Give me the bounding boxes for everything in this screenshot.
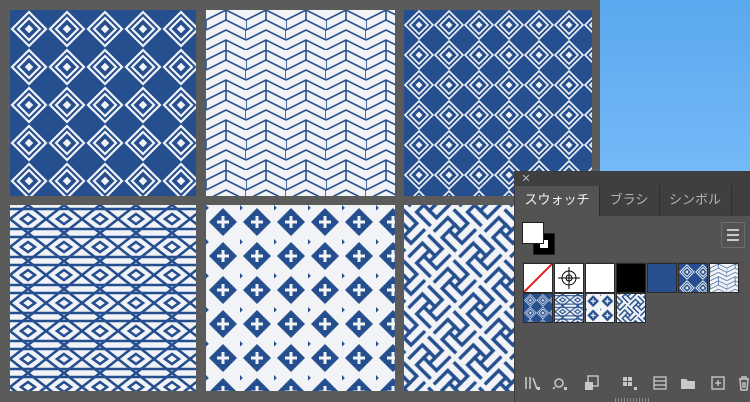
swatch-pattern-zigzag[interactable] <box>709 263 739 293</box>
swatch-registration[interactable] <box>554 263 584 293</box>
swatch-pattern-nested-diamond[interactable] <box>523 293 553 323</box>
tab-symbols[interactable]: シンボル <box>659 186 732 216</box>
delete-icon[interactable] <box>735 374 750 392</box>
color-group-icon[interactable] <box>621 374 639 392</box>
show-swatch-kinds-icon[interactable] <box>551 374 569 392</box>
fill-stroke-indicator[interactable] <box>522 222 562 258</box>
swatches-panel: ✕ スウォッチ ブラシ シンボル <box>514 171 750 402</box>
panel-tabs: スウォッチ ブラシ シンボル <box>515 186 750 216</box>
tab-brushes[interactable]: ブラシ <box>599 186 660 216</box>
sayagata-pattern[interactable] <box>404 205 516 391</box>
swatch-white[interactable] <box>585 263 615 293</box>
swatch-pattern-interlock[interactable] <box>554 293 584 323</box>
tab-swatches[interactable]: スウォッチ <box>515 186 600 216</box>
panel-title-bar[interactable]: ✕ <box>515 172 750 186</box>
cross-diamond-pattern[interactable] <box>206 205 395 391</box>
swatch-libraries-icon[interactable] <box>523 374 541 392</box>
swatch-pattern-sayagata[interactable] <box>616 293 646 323</box>
close-icon[interactable]: ✕ <box>520 172 532 186</box>
new-swatch-icon[interactable] <box>709 374 727 392</box>
swatch-navy[interactable] <box>647 263 677 293</box>
swatch-options-icon[interactable] <box>583 374 601 392</box>
new-color-group-icon[interactable] <box>651 374 669 392</box>
swatch-none[interactable] <box>523 263 553 293</box>
swatch-pattern-diamond[interactable] <box>678 263 708 293</box>
fill-swatch[interactable] <box>522 222 544 244</box>
resize-grip[interactable] <box>615 398 651 402</box>
swatch-pattern-cross[interactable] <box>585 293 615 323</box>
folder-icon[interactable] <box>679 374 697 392</box>
interlocking-diamond-pattern[interactable] <box>10 205 196 391</box>
diamond-lattice-pattern[interactable] <box>10 10 196 196</box>
panel-menu-icon[interactable] <box>721 222 745 248</box>
swatch-black[interactable] <box>616 263 646 293</box>
nested-diamond-pattern[interactable] <box>404 10 592 196</box>
zigzag-herringbone-pattern[interactable] <box>206 10 395 196</box>
